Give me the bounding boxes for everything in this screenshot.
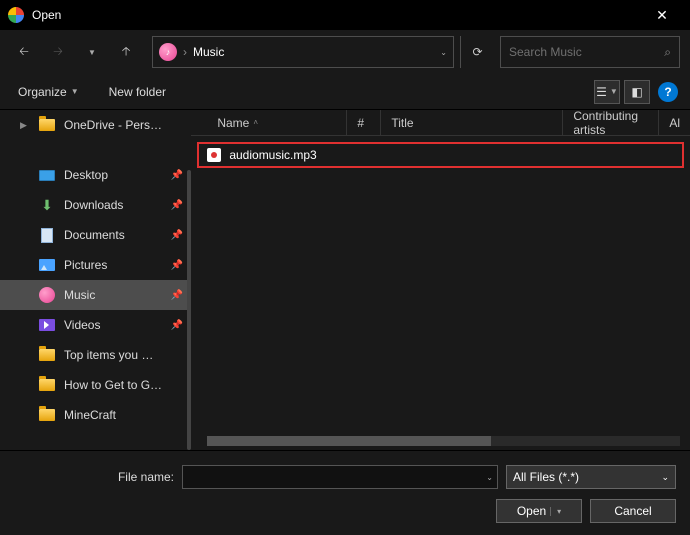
tree-item-folder[interactable]: MineCraft 📌 <box>0 400 191 430</box>
tree-label: Pictures <box>64 258 163 272</box>
column-artist[interactable]: Contributing artists <box>563 110 659 135</box>
column-title[interactable]: Title <box>381 110 563 135</box>
help-button[interactable]: ? <box>658 82 678 102</box>
app-icon <box>8 7 24 23</box>
pin-icon: 📌 <box>171 320 183 331</box>
tree-label: Desktop <box>64 168 163 182</box>
view-options-button[interactable]: ☰▼ <box>594 80 620 104</box>
column-name[interactable]: Name˄ <box>207 110 347 135</box>
pin-icon: 📌 <box>171 230 183 241</box>
address-bar[interactable]: ♪ › Music ⌄ <box>152 36 454 68</box>
horizontal-scrollbar[interactable] <box>207 436 680 446</box>
pin-icon: 📌 <box>171 260 183 271</box>
search-icon[interactable]: ⌕ <box>664 45 671 60</box>
nav-tree: ▶ OneDrive - Personal 📌 Desktop 📌 ⬇ Down… <box>0 110 191 450</box>
open-split-icon[interactable]: ▾ <box>550 507 561 516</box>
tree-item-folder[interactable]: Top items you MUST get t 📌 <box>0 340 191 370</box>
filename-label: File name: <box>14 470 174 484</box>
tree-label: Music <box>64 288 163 302</box>
chevron-down-icon[interactable]: ⌄ <box>486 473 493 482</box>
nav-bar: 🡠 🡢 ▼ 🡡 ♪ › Music ⌄ ⟳ ⌕ <box>0 30 690 74</box>
downloads-icon: ⬇ <box>38 197 56 213</box>
preview-pane-button[interactable]: ◧ <box>624 80 650 104</box>
pin-icon: 📌 <box>171 200 183 211</box>
window-title: Open <box>32 8 642 22</box>
file-type-filter[interactable]: All Files (*.*)⌄ <box>506 465 676 489</box>
music-icon <box>39 287 55 303</box>
tree-item-downloads[interactable]: ⬇ Downloads 📌 <box>0 190 191 220</box>
tree-item-onedrive[interactable]: ▶ OneDrive - Personal 📌 <box>0 110 191 140</box>
history-dropdown[interactable]: ▼ <box>78 38 106 66</box>
tree-label: Downloads <box>64 198 163 212</box>
chevron-right-icon[interactable]: ▶ <box>20 120 30 131</box>
address-dropdown-icon[interactable]: ⌄ <box>440 48 447 57</box>
column-headers: Name˄ # Title Contributing artists Al <box>191 110 690 136</box>
column-album[interactable]: Al <box>659 110 690 135</box>
back-button[interactable]: 🡠 <box>10 38 38 66</box>
tree-item-documents[interactable]: Documents 📌 <box>0 220 191 250</box>
up-button[interactable]: 🡡 <box>112 38 140 66</box>
pin-icon: 📌 <box>171 170 183 181</box>
audio-file-icon <box>207 148 221 162</box>
folder-icon <box>39 119 55 131</box>
tree-item-desktop[interactable]: Desktop 📌 <box>0 160 191 190</box>
documents-icon <box>41 228 53 243</box>
close-button[interactable]: ✕ <box>642 7 682 24</box>
tree-item-folder[interactable]: How to Get to Ganondorf 📌 <box>0 370 191 400</box>
pictures-icon <box>39 259 55 271</box>
column-track[interactable]: # <box>347 110 381 135</box>
scrollbar-thumb[interactable] <box>207 436 491 446</box>
desktop-icon <box>39 170 55 181</box>
folder-icon <box>39 349 55 361</box>
pin-icon: 📌 <box>171 290 183 301</box>
new-folder-button[interactable]: New folder <box>103 81 172 103</box>
tree-label: OneDrive - Personal <box>64 118 163 132</box>
file-pane: Name˄ # Title Contributing artists Al au… <box>191 110 690 450</box>
toolbar: Organize▼ New folder ☰▼ ◧ ? <box>0 74 690 110</box>
videos-icon <box>39 319 55 331</box>
breadcrumb-current[interactable]: Music <box>193 45 224 59</box>
filename-input[interactable]: ⌄ <box>182 465 498 489</box>
dialog-footer: File name: ⌄ All Files (*.*)⌄ Open▾ Canc… <box>0 450 690 535</box>
refresh-button[interactable]: ⟳ <box>460 36 494 68</box>
tree-label: Documents <box>64 228 163 242</box>
folder-icon <box>39 409 55 421</box>
search-box[interactable]: ⌕ <box>500 36 680 68</box>
open-button[interactable]: Open▾ <box>496 499 582 523</box>
tree-item-videos[interactable]: Videos 📌 <box>0 310 191 340</box>
main-area: ▶ OneDrive - Personal 📌 Desktop 📌 ⬇ Down… <box>0 110 690 450</box>
file-list: audiomusic.mp3 <box>191 136 690 450</box>
folder-icon <box>39 379 55 391</box>
cancel-button[interactable]: Cancel <box>590 499 676 523</box>
titlebar: Open ✕ <box>0 0 690 30</box>
breadcrumb-separator-icon: › <box>183 45 187 59</box>
organize-menu[interactable]: Organize▼ <box>12 81 85 103</box>
file-row[interactable]: audiomusic.mp3 <box>197 142 684 168</box>
sort-asc-icon: ˄ <box>253 118 258 127</box>
music-folder-icon: ♪ <box>159 43 177 61</box>
tree-label: Videos <box>64 318 163 332</box>
tree-label: MineCraft <box>64 408 163 422</box>
search-input[interactable] <box>509 45 664 59</box>
tree-item-music[interactable]: Music 📌 <box>0 280 191 310</box>
tree-label: Top items you MUST get t <box>64 348 163 362</box>
forward-button[interactable]: 🡢 <box>44 38 72 66</box>
file-name: audiomusic.mp3 <box>229 148 316 162</box>
tree-item-pictures[interactable]: Pictures 📌 <box>0 250 191 280</box>
chevron-down-icon: ⌄ <box>661 472 669 483</box>
tree-label: How to Get to Ganondorf <box>64 378 163 392</box>
